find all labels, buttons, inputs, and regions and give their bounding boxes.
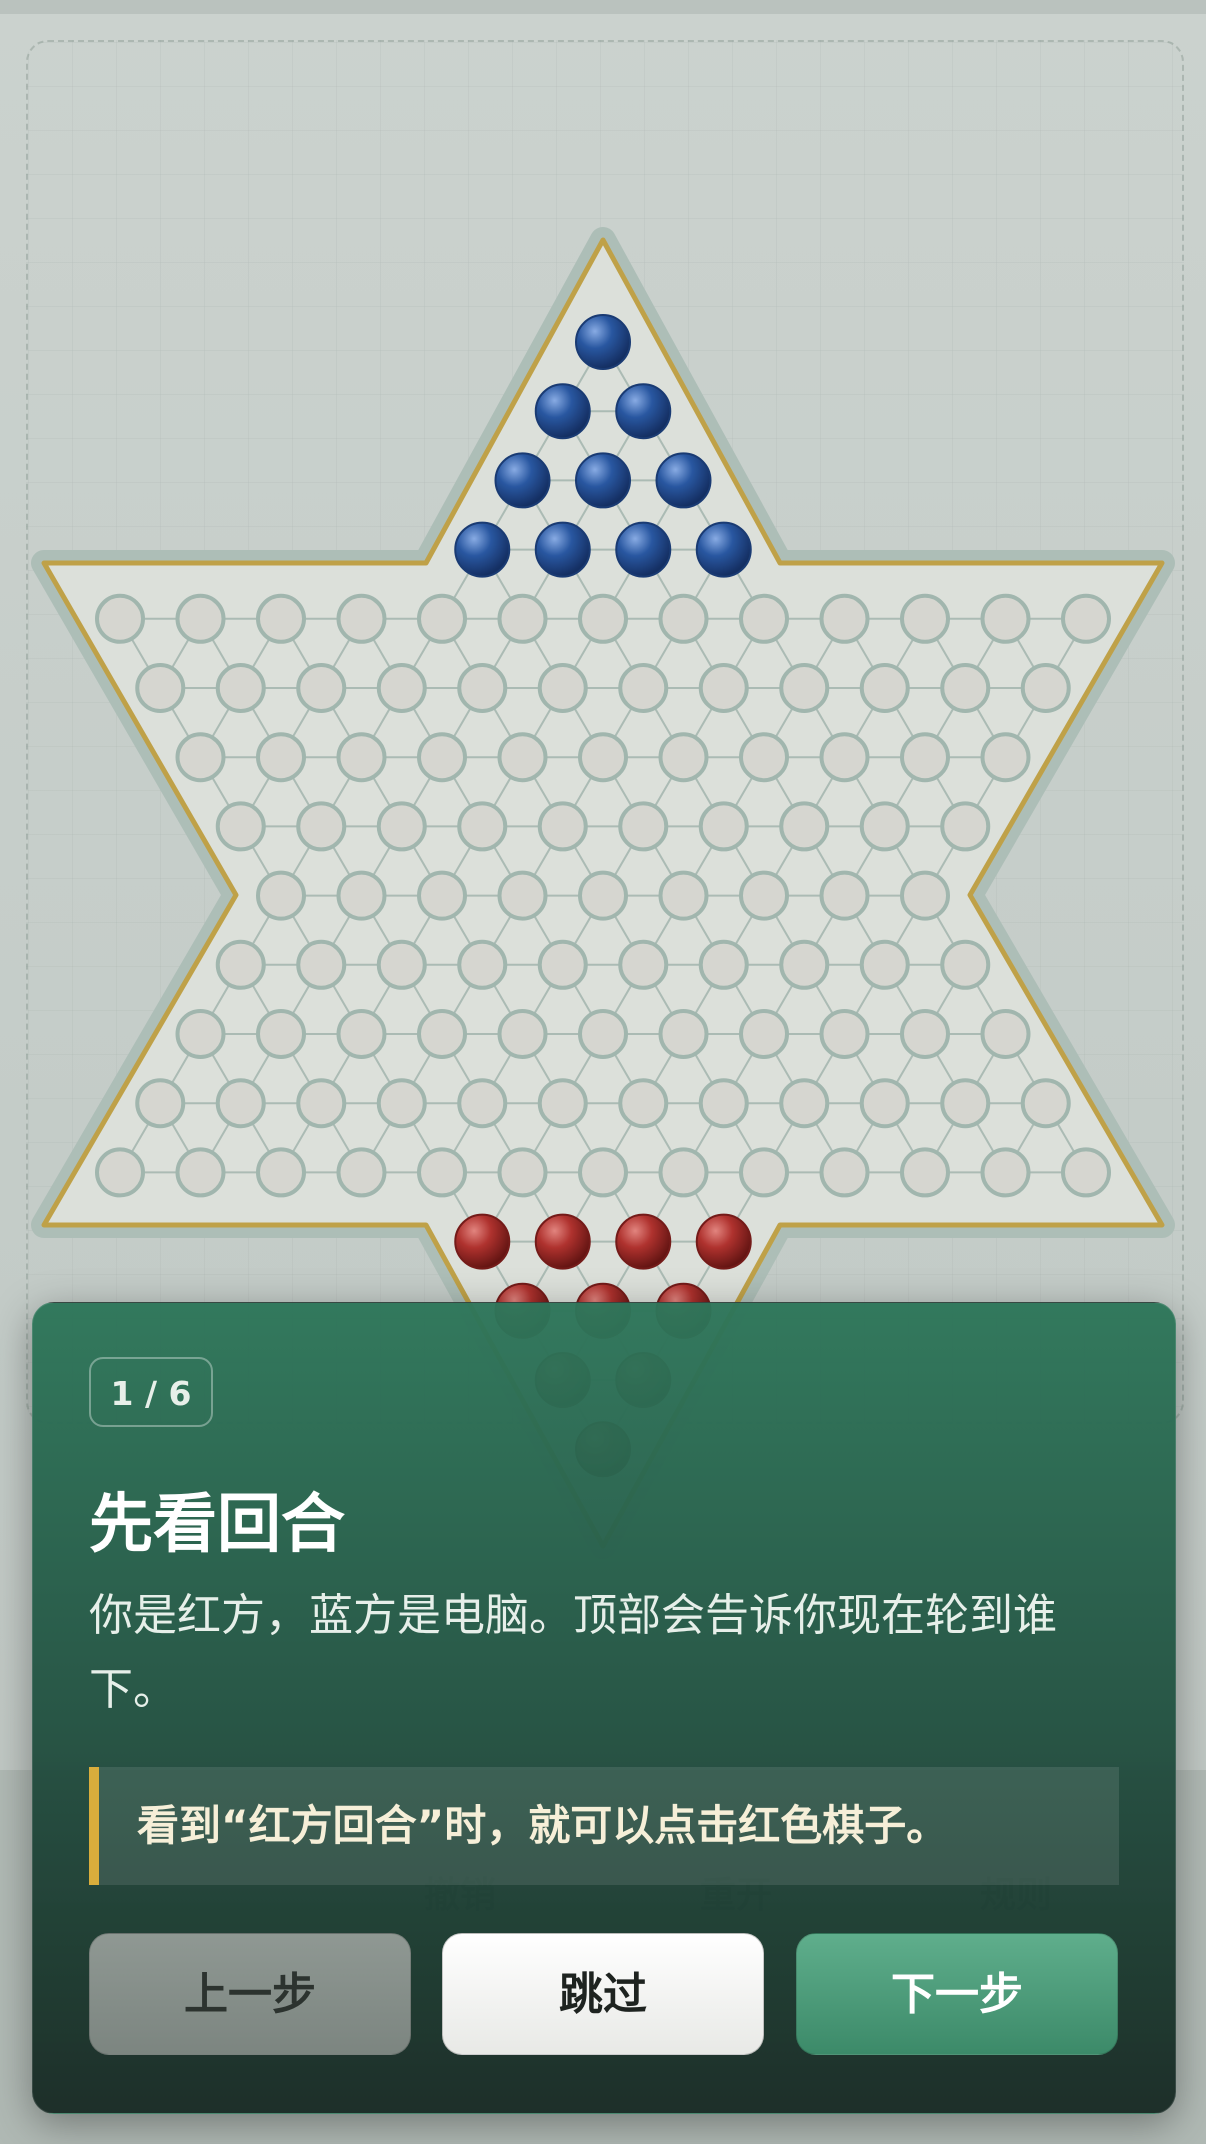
skip-button[interactable]: 跳过 (442, 1933, 764, 2055)
tutorial-body: 你是红方，蓝方是电脑。顶部会告诉你现在轮到谁下。 (89, 1590, 1057, 1715)
next-step-button[interactable]: 下一步 (796, 1933, 1118, 2055)
tutorial-tip: 看到“红方回合”时，就可以点击红色棋子。 (89, 1767, 1119, 1885)
tutorial-title: 先看回合 (89, 1488, 345, 1562)
tutorial-card: 1 / 6 先看回合 你是红方，蓝方是电脑。顶部会告诉你现在轮到谁下。 看到“红… (32, 1302, 1176, 2114)
previous-step-button[interactable]: 上一步 (89, 1933, 411, 2055)
step-indicator: 1 / 6 (89, 1357, 213, 1427)
